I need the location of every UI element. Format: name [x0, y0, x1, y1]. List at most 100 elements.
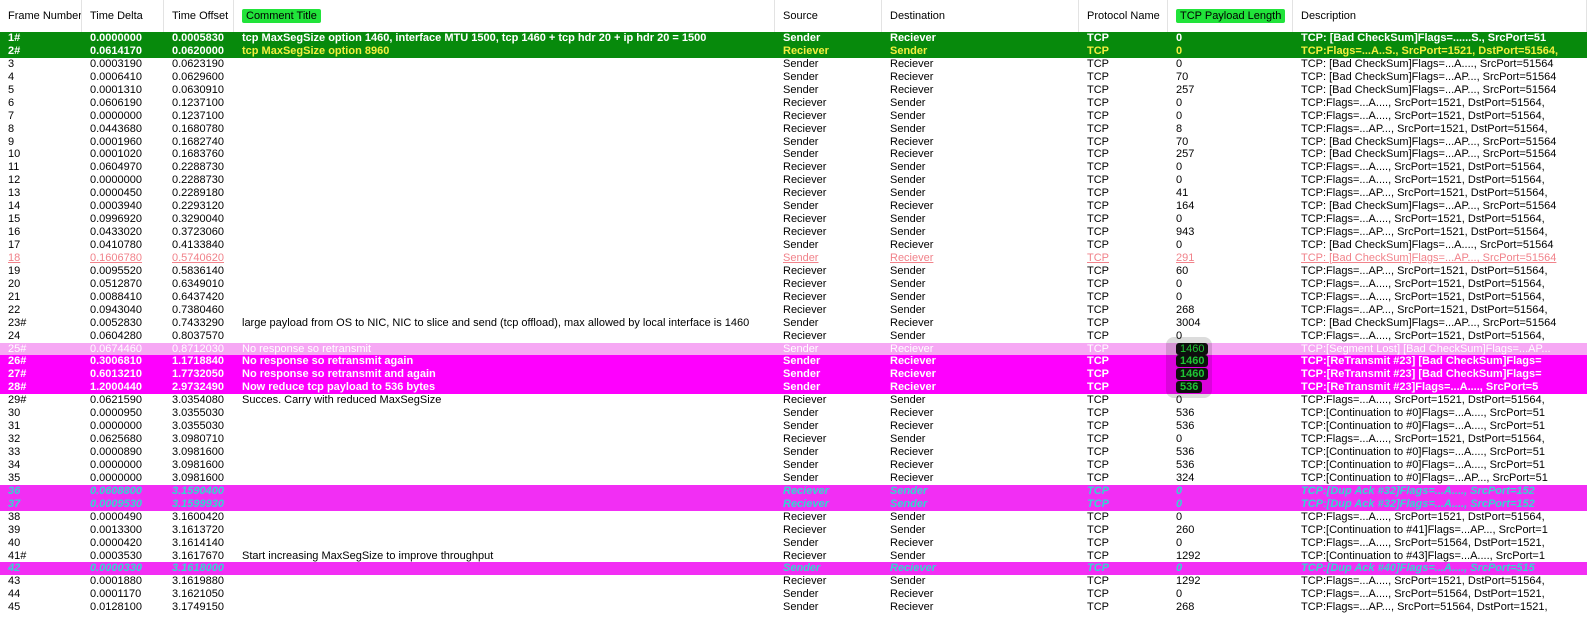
cell-protocol-name: TCP — [1087, 70, 1109, 83]
table-row[interactable]: 28# 1.2000440 2.9732490 Now reduce tcp payl… — [0, 381, 1587, 395]
cell-frame-number: 7 — [8, 109, 15, 122]
column-header-description[interactable]: Description — [1293, 0, 1587, 32]
cell-source: Reciever — [783, 96, 827, 109]
table-row[interactable]: 17 0.0410780 0.4133840 Sender Reciever TCP 0 TC… — [0, 239, 1587, 252]
table-row[interactable]: 26# 0.3006810 1.1718840 No response so retr… — [0, 355, 1587, 369]
table-row[interactable]: 34 0.0000000 3.0981600 Sender Reciever TCP 536… — [0, 459, 1587, 472]
column-header-time-delta[interactable]: Time Delta — [82, 0, 164, 32]
table-row[interactable]: 25# 0.0674460 0.8712030 No response so retr… — [0, 342, 1587, 356]
cell-source: Reciever — [783, 290, 827, 303]
table-row[interactable]: 38 0.0000490 3.1600420 Reciever Sender TCP 0 TC… — [0, 511, 1587, 524]
column-header-frame-number[interactable]: Frame Number — [0, 0, 82, 32]
cell-comment-title — [234, 588, 775, 601]
frame-list[interactable]: 1# 0.0000000 0.0005830 tcp MaxSegSize optio… — [0, 32, 1587, 620]
table-row[interactable]: 29# 0.0621590 3.0354080 Succes. Carry with … — [0, 394, 1587, 407]
table-row[interactable]: 27# 0.6013210 1.7732050 No response so retr… — [0, 368, 1587, 382]
table-row[interactable]: 5 0.0001310 0.0630910 Sender Reciever TCP 257 T… — [0, 84, 1587, 97]
table-row[interactable]: 24 0.0604280 0.8037570 Reciever Sender TCP 0 TC… — [0, 330, 1587, 343]
table-row[interactable]: 36 0.0608800 3.1590400 Reciever Sender TCP 0 TC… — [0, 484, 1587, 498]
cell-description: TCP:[ReTransmit #23]Flags=...A...., SrcP… — [1301, 381, 1539, 394]
cell-comment-title — [234, 187, 775, 200]
cell-time-delta: 0.0000000 — [90, 32, 142, 44]
cell-comment-title — [234, 84, 775, 97]
cell-protocol-name: TCP — [1087, 355, 1109, 368]
table-row[interactable]: 22 0.0943040 0.7380460 Reciever Sender TCP 268… — [0, 304, 1587, 317]
cell-description: TCP:Flags=...A...., SrcPort=1521, DstPor… — [1301, 213, 1545, 226]
table-row[interactable]: 9 0.0001960 0.1682740 Sender Reciever TCP 70 TC… — [0, 136, 1587, 149]
table-row[interactable]: 33 0.0000890 3.0981600 Sender Reciever TCP 536… — [0, 446, 1587, 459]
cell-time-offset: 0.0620000 — [172, 44, 224, 57]
cell-source: Sender — [783, 381, 821, 394]
table-row[interactable]: 42 0.0000330 3.1618000 Sender Reciever TCP 0 TC… — [0, 562, 1587, 576]
table-row[interactable]: 11 0.0604970 0.2288730 Reciever Sender TCP 0 TC… — [0, 161, 1587, 174]
cell-protocol-name: TCP — [1087, 471, 1109, 484]
table-row[interactable]: 7 0.0000000 0.1237100 Reciever Sender TCP 0 TCP… — [0, 110, 1587, 123]
column-header-source[interactable]: Source — [775, 0, 882, 32]
cell-description: TCP:[Dup Ack #40]Flags=...A...., SrcPort… — [1301, 562, 1535, 575]
table-row[interactable]: 19 0.0095520 0.5836140 Reciever Sender TCP 60 T… — [0, 265, 1587, 278]
table-row[interactable]: 14 0.0003940 0.2293120 Sender Reciever TCP 164… — [0, 200, 1587, 213]
table-row[interactable]: 31 0.0000000 3.0355030 Sender Reciever TCP 536… — [0, 420, 1587, 433]
table-row[interactable]: 43 0.0001880 3.1619880 Reciever Sender TCP 129… — [0, 575, 1587, 588]
cell-protocol-name: TCP — [1087, 394, 1109, 407]
table-row[interactable]: 6 0.0606190 0.1237100 Reciever Sender TCP 0 TCP… — [0, 97, 1587, 110]
table-row[interactable]: 1# 0.0000000 0.0005830 tcp MaxSegSize optio… — [0, 32, 1587, 45]
cell-description: TCP: [Bad CheckSum]Flags=...AP..., SrcPo… — [1301, 70, 1557, 83]
table-row[interactable]: 39 0.0013300 3.1613720 Reciever Sender TCP 260… — [0, 524, 1587, 537]
table-row[interactable]: 20 0.0512870 0.6349010 Reciever Sender TCP 0 TC… — [0, 278, 1587, 291]
cell-time-delta: 0.0000000 — [90, 458, 142, 471]
table-row[interactable]: 16 0.0433020 0.3723060 Reciever Sender TCP 943… — [0, 226, 1587, 239]
table-row[interactable]: 12 0.0000000 0.2288730 Reciever Sender TCP 0 TC… — [0, 174, 1587, 187]
table-row[interactable]: 10 0.0001020 0.1683760 Sender Reciever TCP 257… — [0, 148, 1587, 161]
table-row[interactable]: 44 0.0001170 3.1621050 Sender Reciever TCP 0 TC… — [0, 588, 1587, 601]
cell-frame-number: 29# — [8, 394, 27, 407]
cell-frame-number: 24 — [8, 329, 21, 342]
table-row[interactable]: 30 0.0000950 3.0355030 Sender Reciever TCP 536… — [0, 407, 1587, 420]
table-row[interactable]: 45 0.0128100 3.1749150 Sender Reciever TCP 268… — [0, 601, 1587, 614]
cell-time-offset: 0.0623190 — [172, 57, 224, 70]
column-header-comment-title[interactable]: Comment Title — [234, 0, 775, 32]
table-row[interactable]: 15 0.0996920 0.3290040 Reciever Sender TCP 0 TC… — [0, 213, 1587, 226]
cell-destination: Reciever — [890, 342, 934, 355]
cell-source: Sender — [783, 355, 821, 368]
cell-source: Reciever — [783, 575, 827, 588]
cell-frame-number: 13 — [8, 187, 21, 200]
column-header-time-offset[interactable]: Time Offset — [164, 0, 234, 32]
cell-destination: Sender — [890, 122, 926, 135]
column-header-destination[interactable]: Destination — [882, 0, 1079, 32]
table-row[interactable]: 35 0.0000000 3.0981600 Sender Reciever TCP 324… — [0, 472, 1587, 485]
cell-description: TCP:[ReTransmit #23] [Bad CheckSum]Flags… — [1301, 355, 1542, 368]
cell-description: TCP:[Continuation to #43]Flags=...A....,… — [1301, 549, 1545, 562]
cell-destination: Reciever — [890, 355, 936, 368]
cell-comment-title — [234, 148, 775, 161]
table-row[interactable]: 21 0.0088410 0.6437420 Reciever Sender TCP 0 TC… — [0, 291, 1587, 304]
cell-time-delta: 0.0410780 — [90, 239, 142, 251]
cell-source: Reciever — [783, 109, 827, 122]
cell-comment-title: No response so retransmit — [242, 342, 371, 355]
cell-frame-number: 18 — [8, 251, 21, 264]
cell-comment-title — [234, 58, 775, 71]
table-row[interactable]: 4 0.0006410 0.0629600 Sender Reciever TCP 70 TC… — [0, 71, 1587, 84]
table-row[interactable]: 8 0.0443680 0.1680780 Reciever Sender TCP 8 TCP… — [0, 123, 1587, 136]
cell-source: Sender — [783, 239, 819, 251]
column-header-tcp-payload-length[interactable]: TCP Payload Length — [1168, 0, 1293, 32]
cell-comment-title — [234, 97, 775, 110]
cell-destination: Sender — [890, 226, 926, 239]
cell-time-offset: 0.7380460 — [172, 303, 224, 316]
table-row[interactable]: 32 0.0625680 3.0980710 Reciever Sender TCP 0 TC… — [0, 433, 1587, 446]
cell-source: Reciever — [783, 277, 827, 290]
table-row[interactable]: 40 0.0000420 3.1614140 Sender Reciever TCP 0 TC… — [0, 537, 1587, 550]
table-row[interactable]: 2# 0.0614170 0.0620000 tcp MaxSegSize optio… — [0, 44, 1587, 58]
table-row[interactable]: 23# 0.0052830 0.7433290 large payload from … — [0, 317, 1587, 330]
table-row[interactable]: 37 0.0009530 3.1599930 Reciever Sender TCP 0 TC… — [0, 497, 1587, 511]
table-row[interactable]: 18 0.1606780 0.5740620 Sender Reciever TCP 291… — [0, 252, 1587, 265]
table-row[interactable]: 13 0.0000450 0.2289180 Reciever Sender TCP 41 T… — [0, 187, 1587, 200]
cell-time-offset: 0.0629600 — [172, 70, 224, 83]
cell-time-offset: 0.2288730 — [172, 174, 224, 187]
cell-protocol-name: TCP — [1087, 433, 1109, 446]
table-row[interactable]: 3 0.0003190 0.0623190 Sender Reciever TCP 0 TCP… — [0, 58, 1587, 71]
cell-time-offset: 2.9732490 — [172, 381, 224, 394]
cell-source: Reciever — [783, 549, 827, 562]
table-row[interactable]: 41# 0.0003530 3.1617670 Start increasing Ma… — [0, 550, 1587, 563]
column-header-protocol-name[interactable]: Protocol Name — [1079, 0, 1168, 32]
